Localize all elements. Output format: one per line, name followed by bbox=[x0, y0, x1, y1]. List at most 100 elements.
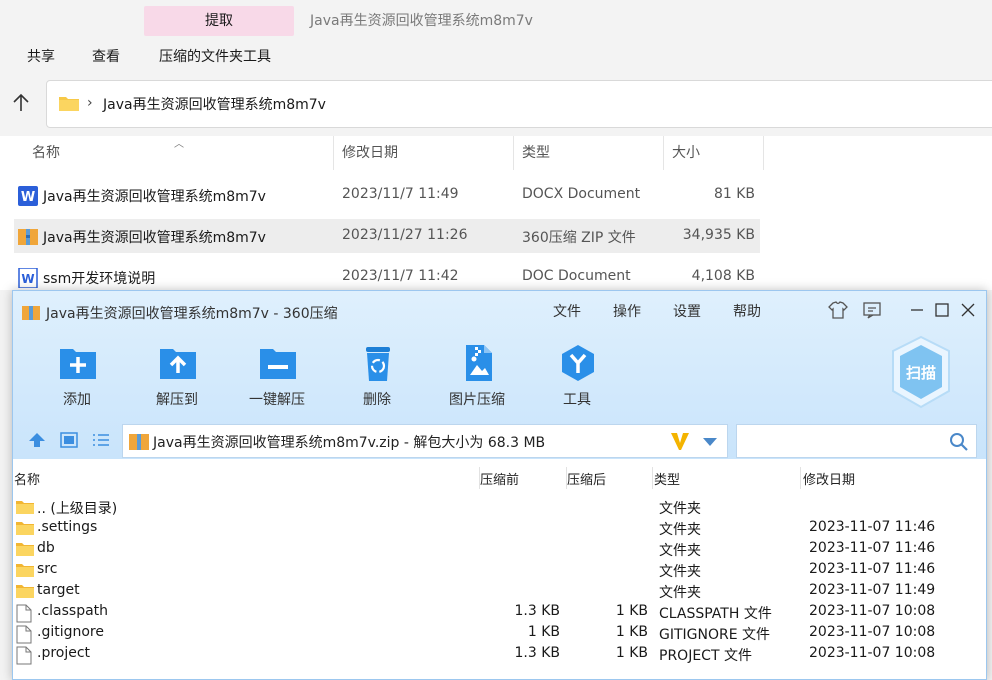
menu-help[interactable]: 帮助 bbox=[733, 301, 761, 321]
folder-icon bbox=[16, 520, 34, 539]
zip-row-date: 2023-11-07 10:08 bbox=[809, 624, 936, 640]
zip-row-before: 1 KB bbox=[527, 624, 560, 640]
file-type: DOC Document bbox=[522, 268, 631, 284]
zip-row-name: db bbox=[37, 540, 55, 556]
tools-button[interactable]: 工具 bbox=[537, 343, 617, 413]
zip-row-after: 1 KB bbox=[615, 603, 648, 619]
delete-label: 删除 bbox=[363, 392, 391, 408]
folder-icon bbox=[16, 562, 34, 581]
zip-row-name: target bbox=[37, 582, 80, 598]
zip-window-title: Java再生资源回收管理系统m8m7v - 360压缩 bbox=[46, 306, 338, 322]
one-click-extract-label: 一键解压 bbox=[249, 392, 305, 408]
zip-address-bar[interactable]: Java再生资源回收管理系统m8m7v.zip - 解包大小为 68.3 MB bbox=[122, 424, 728, 458]
zip-archive-icon bbox=[129, 434, 149, 450]
folder-icon bbox=[59, 97, 79, 111]
zip-column-before[interactable]: 压缩前 bbox=[480, 469, 519, 488]
up-arrow-icon[interactable] bbox=[10, 92, 32, 114]
column-divider[interactable] bbox=[652, 467, 653, 489]
explorer-file-list: 名称 ︿ 修改日期 类型 大小 W Java再生资源回收管理系统m8m7v 20… bbox=[0, 136, 992, 290]
file-type: DOCX Document bbox=[522, 186, 641, 202]
zip-row[interactable]: target 文件夹 2023-11-07 11:49 bbox=[13, 581, 986, 602]
file-size: 34,935 KB bbox=[682, 227, 755, 243]
dropdown-arrow-icon[interactable] bbox=[702, 436, 718, 448]
file-row[interactable]: W Java再生资源回收管理系统m8m7v 2023/11/7 11:49 DO… bbox=[14, 178, 760, 212]
file-name: Java再生资源回收管理系统m8m7v bbox=[43, 230, 266, 246]
thumbnail-view-icon[interactable] bbox=[59, 431, 79, 449]
zip-row-type: 文件夹 bbox=[659, 564, 701, 580]
file-icon bbox=[16, 646, 32, 669]
skin-shirt-icon[interactable] bbox=[827, 299, 849, 321]
file-row[interactable]: W ssm开发环境说明 2023/11/7 11:42 DOC Document… bbox=[14, 260, 760, 294]
search-icon[interactable] bbox=[949, 432, 969, 452]
zip-row-date: 2023-11-07 11:49 bbox=[809, 582, 936, 598]
image-compress-button[interactable]: 图片压缩 bbox=[437, 343, 517, 413]
minimize-icon[interactable] bbox=[906, 299, 928, 321]
menu-view[interactable]: 查看 bbox=[92, 46, 120, 66]
menu-operation[interactable]: 操作 bbox=[613, 301, 641, 321]
zip-row-type: 文件夹 bbox=[659, 522, 701, 538]
zip-row-type: CLASSPATH 文件 bbox=[659, 606, 772, 622]
zip-row[interactable]: src 文件夹 2023-11-07 11:46 bbox=[13, 560, 986, 581]
zip-search-input[interactable] bbox=[736, 424, 977, 458]
zip-row[interactable]: .settings 文件夹 2023-11-07 11:46 bbox=[13, 518, 986, 539]
zip-column-name[interactable]: 名称 bbox=[14, 469, 40, 488]
tab-extract[interactable]: 提取 bbox=[144, 6, 294, 36]
message-icon[interactable] bbox=[861, 299, 883, 321]
scan-button[interactable]: 扫描 bbox=[889, 335, 953, 411]
zip-row-date: 2023-11-07 10:08 bbox=[809, 603, 936, 619]
menu-share[interactable]: 共享 bbox=[27, 46, 55, 66]
file-row-selected[interactable]: Java再生资源回收管理系统m8m7v 2023/11/27 11:26 360… bbox=[14, 219, 760, 253]
list-view-icon[interactable] bbox=[91, 431, 111, 449]
column-size[interactable]: 大小 bbox=[664, 136, 764, 170]
column-type[interactable]: 类型 bbox=[514, 136, 664, 170]
zip-column-date[interactable]: 修改日期 bbox=[803, 469, 855, 488]
zip-row-type: 文件夹 bbox=[659, 543, 701, 559]
column-date-modified[interactable]: 修改日期 bbox=[334, 136, 514, 170]
svg-text:W: W bbox=[21, 272, 34, 286]
menu-file[interactable]: 文件 bbox=[553, 301, 581, 321]
verified-v-icon[interactable] bbox=[669, 430, 691, 452]
zip-row[interactable]: .. (上级目录) 文件夹 bbox=[13, 497, 986, 518]
add-button[interactable]: 添加 bbox=[37, 343, 117, 413]
extract-to-icon bbox=[160, 349, 196, 379]
delete-button[interactable]: 删除 bbox=[337, 343, 417, 413]
zip-row[interactable]: .project 1.3 KB 1 KB PROJECT 文件 2023-11-07 1… bbox=[13, 644, 986, 665]
zip-row[interactable]: .gitignore 1 KB 1 KB GITIGNORE 文件 2023-11-07… bbox=[13, 623, 986, 644]
zip-window: Java再生资源回收管理系统m8m7v - 360压缩 文件 操作 设置 帮助 … bbox=[12, 290, 987, 680]
file-size: 81 KB bbox=[713, 186, 755, 202]
scan-label: 扫描 bbox=[906, 364, 936, 382]
zip-row[interactable]: .classpath 1.3 KB 1 KB CLASSPATH 文件 2023-11-… bbox=[13, 602, 986, 623]
explorer-address-bar[interactable]: › Java再生资源回收管理系统m8m7v bbox=[46, 80, 992, 128]
zip-row-type: 文件夹 bbox=[659, 501, 701, 517]
svg-text:W: W bbox=[21, 190, 35, 205]
zip-column-type[interactable]: 类型 bbox=[654, 469, 680, 488]
zip-file-list: 名称 压缩前 压缩后 类型 修改日期 .. (上级目录) 文件夹 .settings… bbox=[13, 459, 986, 679]
file-type: 360压缩 ZIP 文件 bbox=[522, 230, 636, 246]
menu-settings[interactable]: 设置 bbox=[673, 301, 701, 321]
zip-row-type: 文件夹 bbox=[659, 585, 701, 601]
one-click-extract-icon bbox=[260, 349, 296, 379]
explorer-window-title: Java再生资源回收管理系统m8m7v bbox=[310, 13, 533, 29]
maximize-icon[interactable] bbox=[931, 299, 953, 321]
go-up-icon[interactable] bbox=[27, 431, 47, 449]
extract-to-button[interactable]: 解压到 bbox=[137, 343, 217, 413]
zip-row-after: 1 KB bbox=[615, 645, 648, 661]
image-compress-icon bbox=[466, 345, 492, 381]
zip-row-name: .project bbox=[37, 645, 91, 661]
breadcrumb-chevron-icon: › bbox=[87, 95, 93, 111]
zip-nav-bar: Java再生资源回收管理系统m8m7v.zip - 解包大小为 68.3 MB bbox=[13, 419, 986, 459]
zip-row[interactable]: db 文件夹 2023-11-07 11:46 bbox=[13, 539, 986, 560]
menu-compressed-folder-tools[interactable]: 压缩的文件夹工具 bbox=[159, 46, 271, 66]
zip-row-name: .settings bbox=[37, 519, 98, 535]
zip-row-name: src bbox=[37, 561, 58, 577]
zip-column-after[interactable]: 压缩后 bbox=[567, 469, 606, 488]
file-size: 4,108 KB bbox=[691, 268, 755, 284]
close-icon[interactable] bbox=[957, 299, 979, 321]
one-click-extract-button[interactable]: 一键解压 bbox=[237, 343, 317, 413]
word-docx-icon: W bbox=[18, 186, 38, 206]
zip-header: Java再生资源回收管理系统m8m7v - 360压缩 文件 操作 设置 帮助 … bbox=[13, 291, 986, 459]
file-date: 2023/11/27 11:26 bbox=[342, 227, 468, 243]
tools-cube-icon bbox=[562, 345, 594, 381]
column-divider[interactable] bbox=[800, 467, 801, 489]
tools-label: 工具 bbox=[563, 392, 591, 408]
